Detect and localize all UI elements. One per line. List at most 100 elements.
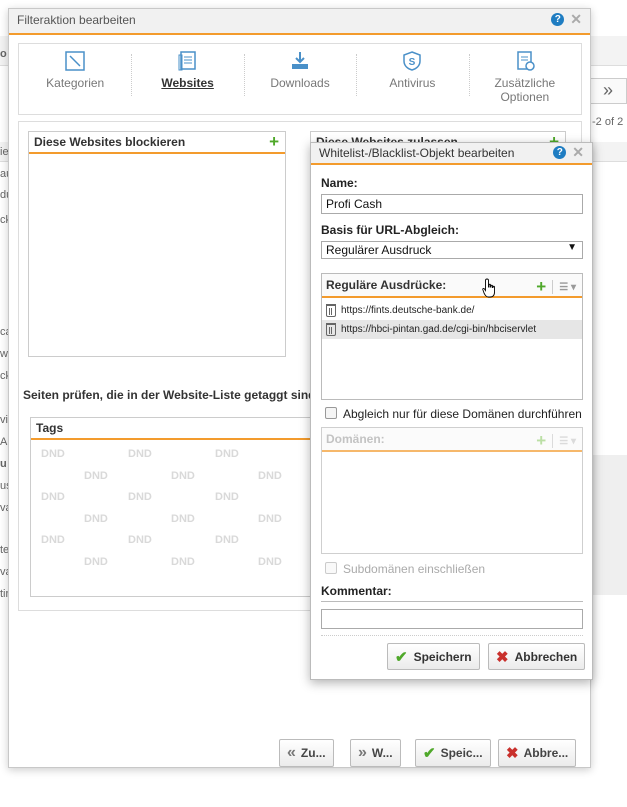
category-icon — [65, 51, 85, 71]
dnd-placeholder: DND — [258, 512, 282, 525]
dnd-placeholder: DND — [41, 448, 65, 460]
tag-check-label: Seiten prüfen, die in der Website-Liste … — [23, 388, 316, 402]
trash-icon[interactable] — [326, 304, 336, 317]
help-icon[interactable]: ? — [553, 146, 567, 159]
tab-kategorien[interactable]: Kategorien — [19, 44, 131, 114]
back-button[interactable]: « Zu... — [279, 739, 334, 767]
tab-websites[interactable]: Websites — [131, 44, 243, 114]
dnd-placeholder: DND — [258, 469, 282, 482]
close-icon[interactable]: ✕ — [570, 12, 582, 26]
tab-label: Kategorien — [46, 76, 105, 90]
edit-dialog-titlebar: Whitelist-/Blacklist-Objekt bearbeiten ?… — [311, 143, 592, 165]
next-button[interactable]: » W... — [350, 739, 401, 767]
tab-label: Antivirus — [389, 76, 436, 90]
toolbar-separator — [552, 434, 554, 448]
back-label: Zu... — [300, 746, 326, 760]
domain-match-label: Abgleich nur für diese Domänen durchführ… — [343, 407, 582, 421]
help-icon[interactable]: ? — [551, 13, 565, 26]
antivirus-shield-icon: S — [403, 51, 422, 71]
background-row — [593, 455, 627, 595]
tags-header: Tags — [31, 418, 319, 440]
tab-label: Downloads — [270, 76, 330, 90]
block-websites-header: Diese Websites blockieren + — [29, 132, 285, 154]
name-label: Name: — [321, 176, 358, 190]
dnd-placeholder: DND — [84, 555, 108, 568]
save-button[interactable]: ✔ Speichern — [387, 643, 480, 670]
name-input[interactable] — [321, 194, 583, 214]
checkmark-icon: ✔ — [395, 648, 408, 666]
close-icon[interactable]: ✕ — [572, 145, 584, 159]
dnd-placeholder: DND — [171, 512, 195, 525]
tags-pane: Tags DND DND DND DND DND DND DND DND DND DND DND DN… — [30, 417, 320, 597]
next-label: W... — [371, 746, 393, 760]
add-block-website-icon[interactable]: + — [269, 132, 279, 152]
basis-select[interactable]: Regulärer Ausdruck ▼ — [321, 241, 583, 259]
trash-icon[interactable] — [326, 323, 336, 336]
save-label: Speichern — [413, 649, 472, 664]
add-domain-icon: + — [536, 431, 547, 450]
regex-list-header: Reguläre Ausdrücke: + ☰ ▾ — [322, 274, 582, 298]
save-label: Speic... — [440, 746, 483, 760]
dnd-placeholder: DND — [128, 534, 152, 546]
list-item[interactable]: https://fints.deutsche-bank.de/ — [322, 301, 582, 320]
tab-downloads[interactable]: Downloads — [243, 44, 356, 114]
svg-text:S: S — [409, 57, 416, 68]
dnd-placeholder: DND — [41, 534, 65, 546]
background-text: u — [0, 458, 7, 470]
regex-list: Reguläre Ausdrücke: + ☰ ▾ https://fints.… — [321, 273, 583, 400]
tab-label: Websites — [161, 76, 214, 90]
dnd-placeholder: DND — [41, 491, 65, 503]
comment-input[interactable] — [321, 609, 583, 629]
block-websites-pane: Diese Websites blockieren + — [28, 131, 286, 357]
websites-icon — [178, 51, 196, 71]
comment-divider — [321, 601, 583, 602]
domain-match-checkbox[interactable] — [325, 407, 337, 419]
tab-label: Zusätzliche Optionen — [494, 76, 556, 104]
back-chevron-icon: « — [287, 744, 296, 761]
background-text: w — [0, 348, 8, 360]
cancel-button[interactable]: ✖ Abbrechen — [488, 643, 586, 670]
cross-icon: ✖ — [496, 648, 509, 666]
dnd-placeholder: DND — [84, 469, 108, 482]
domains-list-title: Domänen: — [326, 432, 385, 446]
dnd-placeholder: DND — [171, 555, 195, 568]
basis-label: Basis für URL-Abgleich: — [321, 223, 460, 237]
basis-value: Regulärer Ausdruck — [326, 243, 432, 257]
regex-list-title: Reguläre Ausdrücke: — [326, 278, 447, 292]
tab-antivirus[interactable]: S Antivirus — [356, 44, 468, 114]
hand-cursor-icon — [482, 278, 495, 298]
dnd-placeholder: DND — [128, 491, 152, 503]
list-item[interactable]: https://hbci-pintan.gad.de/cgi-bin/hbcis… — [322, 320, 582, 339]
cross-icon: ✖ — [506, 745, 519, 762]
regex-item-text: https://hbci-pintan.gad.de/cgi-bin/hbcis… — [341, 324, 537, 335]
subdomains-label: Subdomänen einschließen — [343, 562, 486, 576]
background-text: o — [0, 48, 7, 60]
cancel-button[interactable]: ✖ Abbre... — [498, 739, 577, 767]
dnd-placeholder: DND — [128, 448, 152, 460]
tab-bar: Kategorien Websites Downloads S Antiviru… — [18, 43, 582, 115]
save-button[interactable]: ✔ Speic... — [415, 739, 491, 767]
next-page-button[interactable]: » — [589, 78, 627, 104]
cancel-label: Abbre... — [523, 746, 569, 760]
tags-title: Tags — [36, 421, 64, 435]
dnd-placeholder: DND — [84, 512, 108, 525]
dnd-placeholder: DND — [215, 448, 239, 460]
domains-list-header: Domänen: + ☰ ▾ — [322, 428, 582, 452]
dialog-title: Filteraktion bearbeiten — [17, 13, 136, 27]
tab-zusaetzliche-optionen[interactable]: Zusätzliche Optionen — [468, 44, 581, 114]
domains-list: Domänen: + ☰ ▾ — [321, 427, 583, 554]
checkmark-icon: ✔ — [423, 745, 436, 762]
whitelist-blacklist-edit-dialog: Whitelist-/Blacklist-Objekt bearbeiten ?… — [310, 142, 593, 680]
edit-dialog-title: Whitelist-/Blacklist-Objekt bearbeiten — [319, 146, 515, 160]
subdomains-checkbox — [325, 562, 337, 574]
add-regex-icon[interactable]: + — [536, 277, 546, 297]
block-websites-title: Diese Websites blockieren — [34, 135, 186, 149]
next-chevron-icon: » — [358, 744, 367, 761]
list-menu-icon[interactable]: ☰ ▾ — [559, 282, 576, 293]
background-text: A — [0, 436, 8, 448]
dnd-placeholder: DND — [258, 555, 282, 568]
comment-label: Kommentar: — [321, 584, 392, 598]
list-menu-icon: ☰ ▾ — [559, 435, 576, 447]
background-text: vi — [0, 414, 8, 426]
dnd-placeholder: DND — [171, 469, 195, 482]
